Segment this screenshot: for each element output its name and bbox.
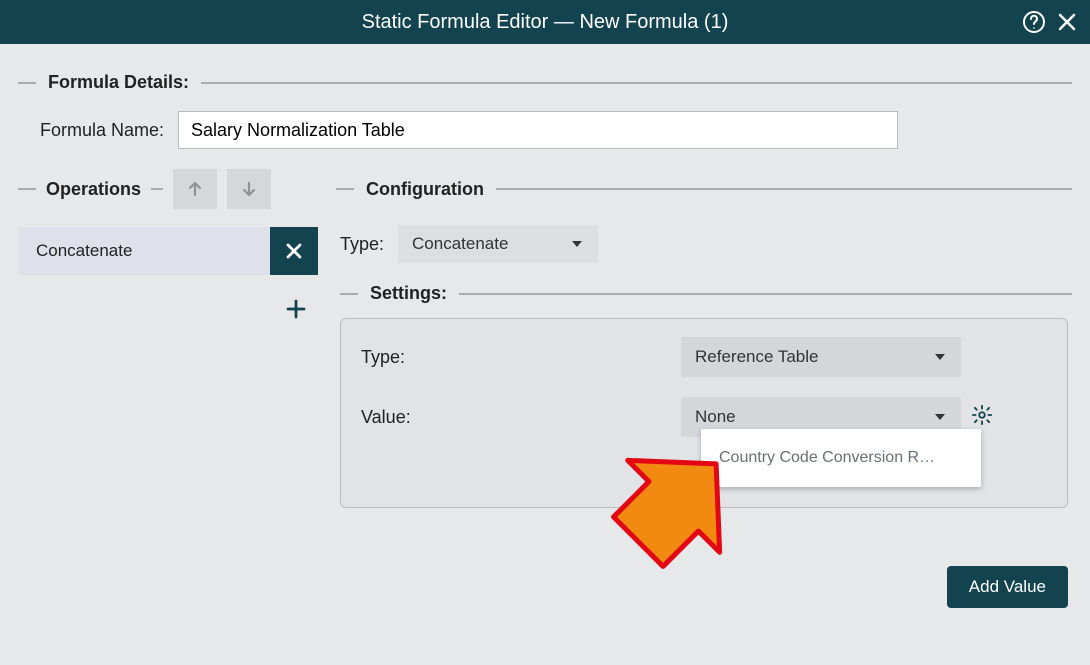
settings-header: Settings: bbox=[340, 283, 1072, 304]
operation-item-label: Concatenate bbox=[18, 227, 270, 275]
operation-item[interactable]: Concatenate bbox=[18, 227, 318, 275]
add-value-button[interactable]: Add Value bbox=[947, 566, 1068, 608]
close-icon[interactable] bbox=[1056, 11, 1078, 33]
settings-value-label: Value: bbox=[361, 407, 681, 428]
settings-gear-button[interactable] bbox=[971, 404, 993, 431]
formula-name-label: Formula Name: bbox=[40, 120, 164, 141]
settings-type-select[interactable]: Reference Table bbox=[681, 337, 961, 377]
section-label: Formula Details: bbox=[48, 72, 189, 93]
dropdown-option-label: Country Code Conversion R… bbox=[719, 449, 935, 466]
help-icon[interactable] bbox=[1022, 10, 1046, 34]
config-type-label: Type: bbox=[340, 234, 384, 255]
chevron-down-icon bbox=[933, 410, 947, 424]
settings-type-label: Type: bbox=[361, 347, 681, 368]
remove-operation-button[interactable] bbox=[270, 227, 318, 275]
config-type-select[interactable]: Concatenate bbox=[398, 225, 598, 263]
settings-label: Settings: bbox=[370, 283, 447, 304]
config-type-value: Concatenate bbox=[412, 234, 508, 254]
modal-title: Static Formula Editor — New Formula (1) bbox=[362, 11, 729, 34]
formula-name-input[interactable] bbox=[178, 111, 898, 149]
gear-icon bbox=[971, 404, 993, 426]
configuration-label: Configuration bbox=[366, 179, 484, 200]
configuration-header: Configuration bbox=[336, 169, 1072, 209]
settings-value-value: None bbox=[695, 407, 736, 427]
move-down-button[interactable] bbox=[227, 169, 271, 209]
settings-panel: Type: Reference Table Value: None bbox=[340, 318, 1068, 508]
modal-header: Static Formula Editor — New Formula (1) bbox=[0, 0, 1090, 44]
chevron-down-icon bbox=[933, 350, 947, 364]
chevron-down-icon bbox=[570, 237, 584, 251]
operations-label: Operations bbox=[46, 179, 141, 200]
settings-type-value: Reference Table bbox=[695, 347, 819, 367]
formula-details-header: Formula Details: bbox=[0, 72, 1090, 93]
value-dropdown-option[interactable]: Country Code Conversion R… bbox=[701, 429, 981, 487]
move-up-button[interactable] bbox=[173, 169, 217, 209]
add-operation-button[interactable] bbox=[278, 291, 314, 327]
